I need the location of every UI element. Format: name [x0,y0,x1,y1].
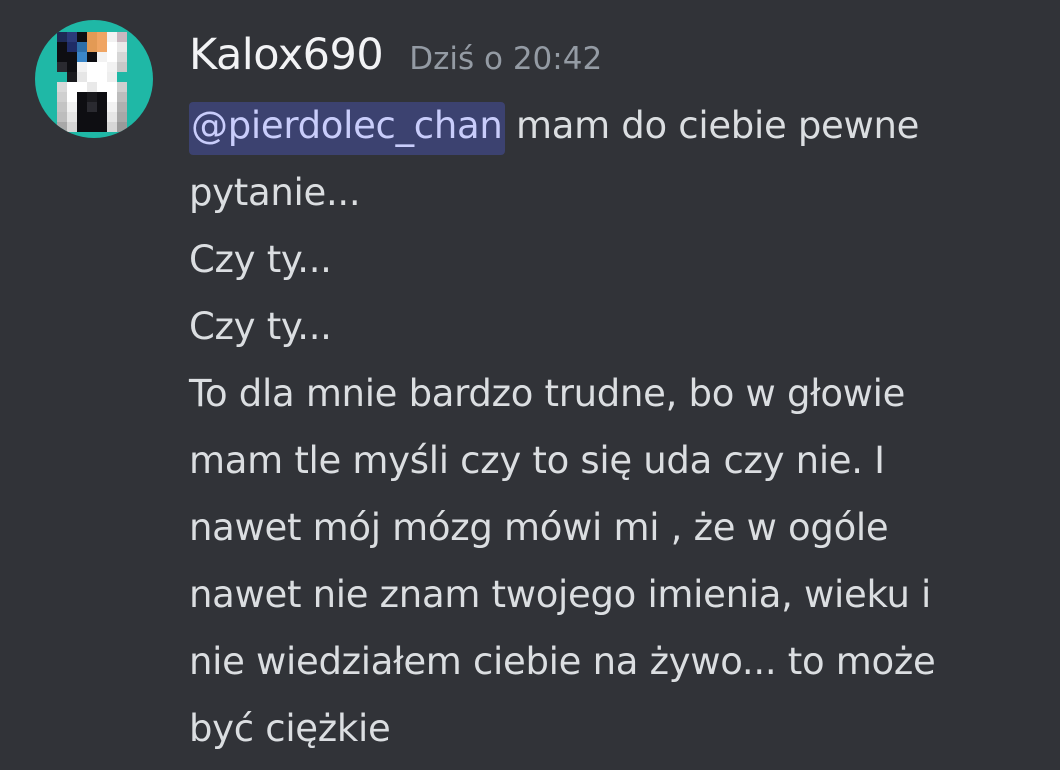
chat-message: Kalox690 Dziś o 20:42 @pierdolec_chan ma… [0,0,1060,770]
message-header: Kalox690 Dziś o 20:42 [189,30,602,90]
timestamp[interactable]: Dziś o 20:42 [409,41,602,77]
message-line: mam tle myśli czy to się uda czy nie. I [189,439,885,482]
message-text: mam do ciebie pewne [504,104,920,147]
message-line: być ciężkie [189,707,391,750]
user-avatar[interactable] [35,20,153,138]
message-line: nawet nie znam twojego imienia, wieku i [189,573,932,616]
message-line: nie wiedziałem ciebie na żywo... to może [189,640,936,683]
message-line: pytanie... [189,171,361,214]
message-line: Czy ty... [189,238,332,281]
message-line: @pierdolec_chan mam do ciebie pewne [189,92,1029,159]
pixel-art-avatar-icon [57,32,127,132]
message-line: Czy ty... [189,305,332,348]
message-line: nawet mój mózg mówi mi , że w ogóle [189,506,889,549]
message-line: To dla mnie bardzo trudne, bo w głowie [189,372,906,415]
message-content: @pierdolec_chan mam do ciebie pewne pyta… [189,92,1029,762]
user-mention[interactable]: @pierdolec_chan [189,102,505,155]
username[interactable]: Kalox690 [189,30,384,80]
